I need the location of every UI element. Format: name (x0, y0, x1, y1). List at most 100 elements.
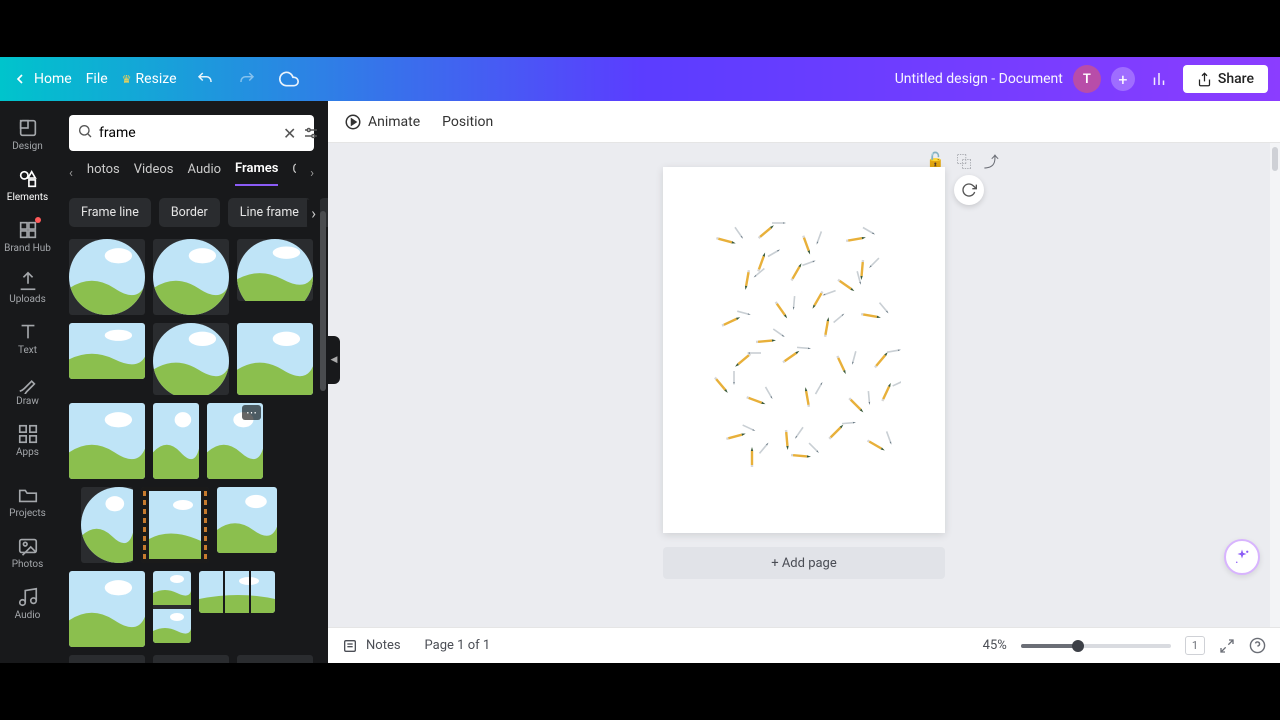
rail-apps[interactable]: Apps (0, 415, 55, 466)
cloud-icon (279, 69, 299, 89)
undo-button[interactable] (191, 65, 219, 93)
file-menu[interactable]: File (86, 71, 108, 87)
frames-grid: ⋯ (55, 239, 328, 663)
resize-button[interactable]: ♛ Resize (122, 71, 177, 87)
share-button[interactable]: Share (1183, 65, 1268, 93)
rail-photos[interactable]: Photos (0, 527, 55, 578)
export-page-button[interactable]: ⤴ (984, 151, 999, 172)
tab-photos[interactable]: hotos (87, 162, 120, 185)
panel-scrollbar[interactable] (320, 211, 326, 391)
categories-next-button[interactable]: › (310, 166, 314, 181)
frame-thumb[interactable] (81, 487, 133, 563)
frame-thumb[interactable] (237, 239, 313, 301)
filter-button[interactable] (302, 124, 320, 142)
frame-thumb[interactable] (69, 403, 145, 479)
text-icon (17, 321, 39, 343)
apps-icon (17, 423, 39, 445)
tab-charts[interactable]: Cha (292, 162, 296, 185)
rail-text[interactable]: Text (0, 313, 55, 364)
clear-search-button[interactable]: ✕ (283, 124, 296, 143)
suggestion-chips: Frame line Border Line frame Rect › (55, 186, 328, 239)
rail-draw[interactable]: Draw (0, 364, 55, 415)
search-input[interactable] (99, 125, 277, 141)
frame-thumb[interactable] (69, 239, 145, 315)
frame-more-button[interactable]: ⋯ (242, 405, 261, 420)
page-1[interactable] (663, 167, 945, 533)
canvas-area: Animate Position 🔓 ⿻ ⤴ + Add page (328, 101, 1280, 663)
rail-elements[interactable]: Elements (0, 160, 55, 211)
canvas-vertical-scrollbar[interactable] (1270, 143, 1280, 627)
frame-thumb[interactable] (69, 571, 145, 647)
home-button[interactable]: Home (12, 71, 72, 87)
cloud-sync-button[interactable] (275, 65, 303, 93)
tab-frames[interactable]: Frames (235, 161, 278, 186)
category-tabs: ‹ hotos Videos Audio Frames Cha › (55, 161, 328, 186)
rail-design[interactable]: Design (0, 109, 55, 160)
redo-button[interactable] (233, 65, 261, 93)
help-button[interactable] (1249, 637, 1266, 654)
chip-line-frame[interactable]: Line frame (228, 198, 311, 227)
elements-panel: ✕ ‹ hotos Videos Audio Frames Cha › Fram… (55, 101, 328, 663)
design-icon (17, 117, 39, 139)
redo-icon (238, 70, 256, 88)
duplicate-page-button[interactable]: ⿻ (957, 151, 972, 172)
folder-icon (17, 484, 39, 506)
left-rail: Design Elements Brand Hub Uploads Text D… (0, 101, 55, 663)
animate-icon (344, 113, 362, 131)
frame-thumb[interactable] (237, 323, 313, 395)
animate-button[interactable]: Animate (344, 113, 420, 131)
rail-brandhub[interactable]: Brand Hub (0, 211, 55, 262)
top-bar: Home File ♛ Resize Untitled design - Doc… (0, 57, 1280, 101)
notes-icon (342, 638, 358, 654)
frame-thumb[interactable] (153, 323, 229, 395)
notes-button[interactable]: Notes (342, 638, 401, 654)
zoom-slider[interactable] (1021, 644, 1171, 648)
frame-thumb[interactable]: ⋯ (207, 403, 263, 479)
tab-audio[interactable]: Audio (188, 162, 221, 185)
sparkle-icon (1233, 548, 1251, 566)
notification-dot-icon (35, 217, 41, 223)
zoom-value: 45% (983, 638, 1007, 653)
search-box: ✕ (69, 115, 314, 151)
frame-thumb[interactable] (69, 323, 145, 379)
frame-thumb[interactable] (153, 571, 191, 643)
categories-prev-button[interactable]: ‹ (69, 166, 73, 181)
uploads-icon (17, 270, 39, 292)
fullscreen-button[interactable] (1219, 638, 1235, 654)
home-label: Home (34, 71, 72, 87)
document-title[interactable]: Untitled design - Document (895, 71, 1063, 87)
chip-frame-line[interactable]: Frame line (69, 198, 151, 227)
canvas-toolbar: Animate Position (328, 101, 1280, 143)
collapse-panel-button[interactable]: ◀ (328, 336, 340, 384)
photos-icon (17, 535, 39, 557)
frame-thumb[interactable] (217, 487, 277, 553)
user-avatar[interactable]: T (1073, 65, 1101, 93)
chart-icon (1150, 70, 1168, 88)
rail-projects[interactable]: Projects (0, 476, 55, 527)
audio-icon (17, 586, 39, 608)
frame-thumb[interactable] (141, 487, 209, 563)
position-button[interactable]: Position (442, 114, 493, 130)
rail-uploads[interactable]: Uploads (0, 262, 55, 313)
rail-audio[interactable]: Audio (0, 578, 55, 629)
refresh-icon (961, 182, 977, 198)
refresh-button[interactable] (954, 175, 984, 205)
insights-button[interactable] (1145, 65, 1173, 93)
frame-thumb[interactable] (153, 239, 229, 315)
page-count-button[interactable]: 1 (1185, 636, 1205, 655)
crown-icon: ♛ (122, 73, 132, 86)
undo-icon (196, 70, 214, 88)
chips-next-button[interactable]: › (307, 199, 320, 226)
tab-videos[interactable]: Videos (134, 162, 174, 185)
bottom-bar: Notes Page 1 of 1 45% 1 (328, 627, 1280, 663)
search-icon (77, 123, 93, 143)
page-content-image (707, 211, 901, 471)
canvas-viewport[interactable]: 🔓 ⿻ ⤴ + Add page (328, 143, 1280, 627)
frame-thumb[interactable] (199, 571, 275, 613)
add-page-button[interactable]: + Add page (663, 547, 945, 579)
chevron-left-icon (12, 71, 28, 87)
frame-thumb[interactable] (153, 403, 199, 479)
chip-border[interactable]: Border (159, 198, 220, 227)
add-collaborator-button[interactable]: + (1111, 67, 1135, 91)
assistant-button[interactable] (1224, 539, 1260, 575)
